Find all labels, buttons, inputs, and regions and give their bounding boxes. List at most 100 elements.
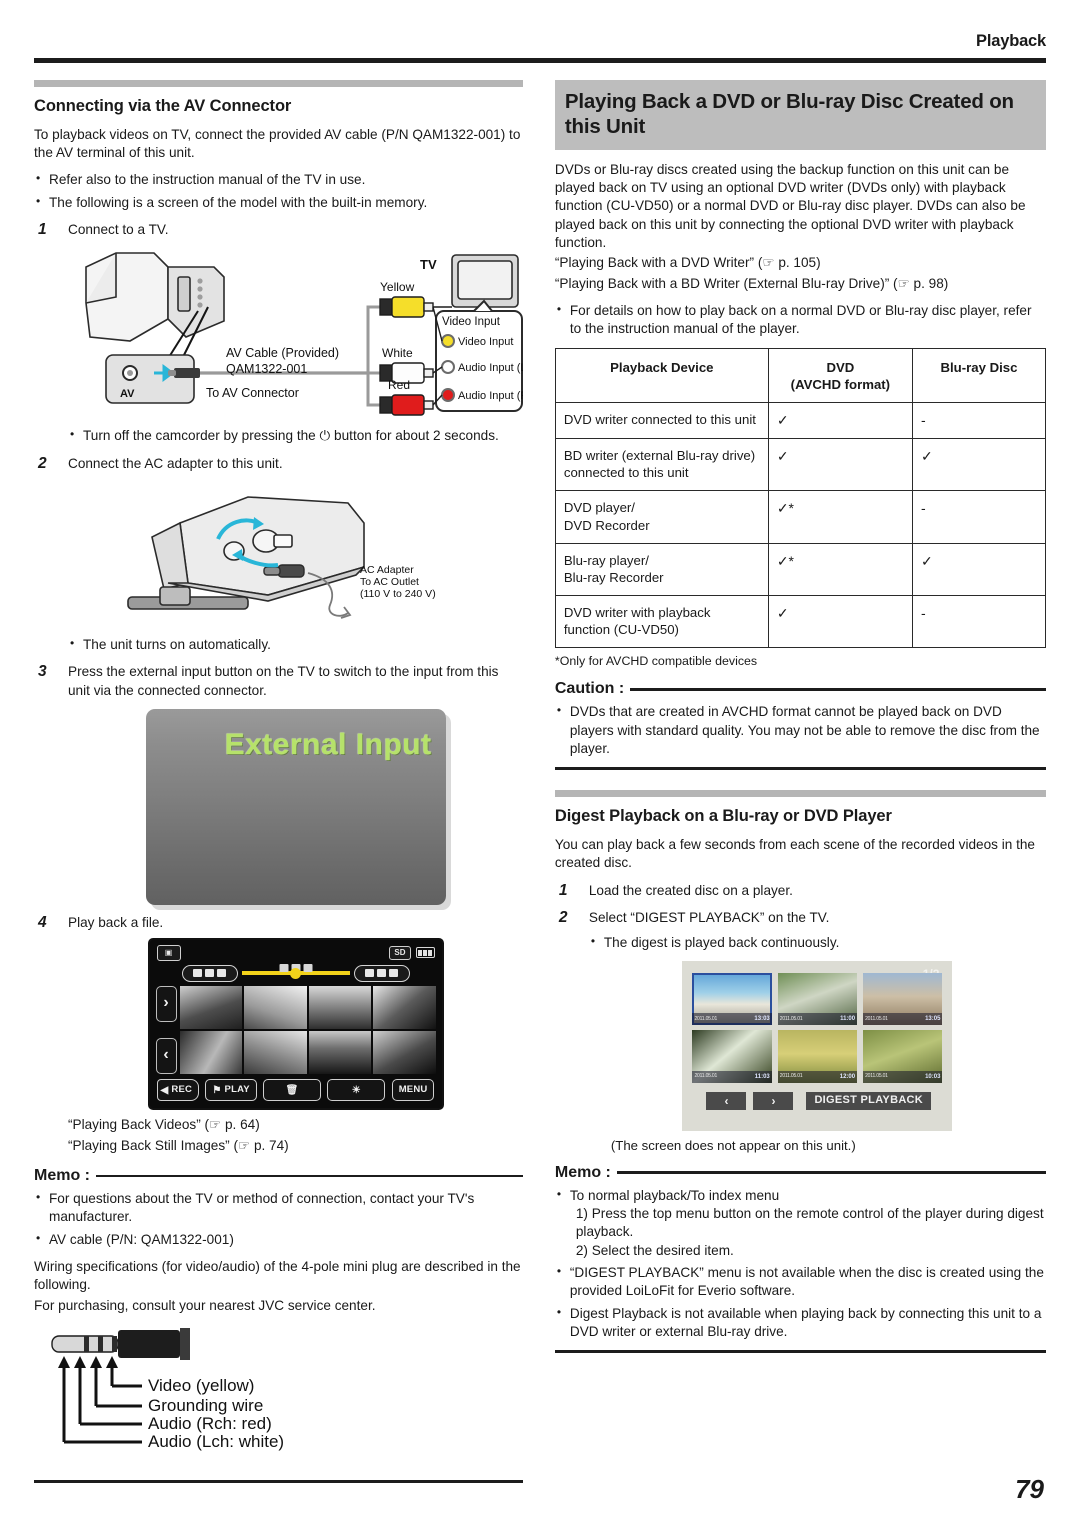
caution-label: Caution : <box>554 680 625 698</box>
list-item: Turn off the camcorder by pressing the ⏻… <box>68 426 523 445</box>
next-button[interactable]: › <box>753 1091 794 1110</box>
ac-label-1: AC Adapter <box>360 564 414 576</box>
delete-button[interactable]: 🗑 <box>263 1079 322 1102</box>
thumbnail[interactable] <box>244 1031 307 1075</box>
digest-step-2: 2 Select “DIGEST PLAYBACK” on the TV. Th… <box>555 909 1046 1155</box>
rec-button[interactable]: ◀ REC <box>156 1079 200 1102</box>
rec-button-label: REC <box>171 1084 193 1095</box>
step-number: 1 <box>38 221 47 238</box>
cell-dvd: ✓ <box>767 595 913 649</box>
cell-device: BD writer (external Blu-ray drive) conne… <box>554 438 769 492</box>
column-header-dvd-line1: DVD <box>826 359 855 375</box>
cell-bluray: - <box>911 401 1047 440</box>
right-intro-text: DVDs or Blu-ray discs created using the … <box>554 161 1026 250</box>
play-button[interactable]: ⚑ PLAY <box>205 1079 257 1102</box>
table-head: Playback Device DVD (AVCHD format) Blu-r… <box>554 347 1047 403</box>
disc-button[interactable]: ☀ <box>327 1079 386 1102</box>
cell-device: DVD writer with playback function (CU-VD… <box>554 595 769 649</box>
ac-label-3: (110 V to 240 V) <box>360 588 436 600</box>
digest-playback-button[interactable]: DIGEST PLAYBACK <box>806 1091 932 1110</box>
list-item: The unit turns on automatically. <box>68 635 523 654</box>
list-item: The digest is played back continuously. <box>589 933 1046 952</box>
thumbnail-caption: 2011.05.01 11:00 <box>777 1013 858 1026</box>
prev-button[interactable]: ‹ <box>706 1091 747 1110</box>
thumbnail[interactable] <box>373 986 436 1030</box>
list-item: For questions about the TV or method of … <box>34 1189 523 1227</box>
header-rule <box>34 57 1046 63</box>
thumbnail[interactable] <box>308 1031 371 1075</box>
digest-thumbnail[interactable]: 2011.05.01 13:03 <box>692 972 772 1026</box>
battery-icon <box>415 947 435 959</box>
scroll-pill-left[interactable] <box>181 964 238 982</box>
thumbnail[interactable] <box>179 986 242 1030</box>
status-icons: SD <box>389 945 435 961</box>
next-page-button[interactable]: › <box>155 986 177 1023</box>
digest-thumbnail[interactable]: 2011.05.01 11:00 <box>777 972 858 1026</box>
thumbnail-grid <box>179 986 436 1075</box>
cell-dvd: ✓ <box>767 438 913 492</box>
thumbnail-date: 2011.05.01 <box>694 1073 718 1080</box>
caution-bullets: DVDs that are created in AVCHD format ca… <box>555 702 1046 758</box>
step-text: Press the external input button on the T… <box>68 664 499 698</box>
panel-title: Video Input <box>442 316 501 328</box>
prev-page-button[interactable]: ‹ <box>155 1038 177 1075</box>
playback-compatibility-table: Playback Device DVD (AVCHD format) Blu-r… <box>554 347 1047 649</box>
thumbnail-caption: 2011.05.01 10:03 <box>863 1070 943 1083</box>
scroll-knob[interactable] <box>290 967 301 979</box>
thumbnail-time: 12:00 <box>839 1073 856 1080</box>
column-gutter <box>523 80 555 1483</box>
running-head: Playback <box>976 32 1046 50</box>
flag-icon: ⚑ <box>212 1084 222 1096</box>
cell-dvd: ✓* <box>767 542 913 597</box>
right-column: Playing Back a DVD or Blu-ray Disc Creat… <box>554 79 1047 1483</box>
digest-thumbnail[interactable]: 2011.05.01 12:00 <box>777 1030 858 1083</box>
scroll-track[interactable] <box>241 964 350 979</box>
plug-label-video: Video (yellow) <box>148 1376 254 1395</box>
ac-diagram-svg: AC Adapter To AC Outlet (110 V to 240 V) <box>127 496 436 619</box>
table-footnote: *Only for AVCHD compatible devices <box>554 654 758 669</box>
memo-paragraph-1: Wiring specifications (for video/audio) … <box>34 1259 521 1293</box>
memo-label: Memo : <box>554 1163 611 1181</box>
digest-thumbnail[interactable]: 2011.05.01 10:03 <box>863 1030 943 1083</box>
camcorder-button-bar: ◀ REC ⚑ PLAY 🗑 ☀ MENU <box>154 1074 438 1103</box>
video-mode-icon[interactable]: ▣ <box>156 944 181 961</box>
column-header-bluray: Blu-ray Disc <box>911 347 1047 403</box>
thumbnail-time: 11:00 <box>840 1016 856 1023</box>
digest-thumbnail[interactable]: 2011.05.01 11:03 <box>692 1030 772 1083</box>
thumbnail[interactable] <box>244 986 307 1030</box>
svg-text:Audio Input (R): Audio Input (R) <box>458 390 523 402</box>
thumbnail-caption: 2011.05.01 13:03 <box>692 1013 772 1026</box>
scroll-pill-right[interactable] <box>353 964 410 982</box>
list-item: DVDs that are created in AVCHD format ca… <box>555 702 1046 758</box>
menu-button[interactable]: MENU <box>391 1079 435 1102</box>
right-memo-header: Memo : <box>555 1164 1046 1182</box>
thumbnail[interactable] <box>179 1031 242 1075</box>
digest-thumbnail[interactable]: 2011.05.01 13:05 <box>863 972 943 1026</box>
thumbnail[interactable] <box>308 986 371 1030</box>
step-text: Connect to a TV. <box>68 222 169 237</box>
table-row: DVD player/ DVD Recorder ✓* - <box>554 490 1047 544</box>
cell-device: Blu-ray player/ Blu-ray Recorder <box>554 542 769 597</box>
plug-label-yellow: Yellow <box>380 280 415 294</box>
step-2: 2 Connect the AC adapter to this unit. A… <box>34 455 523 655</box>
thumbnail-time: 11:03 <box>754 1073 770 1080</box>
two-column-layout: Connecting via the AV Connector To playb… <box>34 79 1047 1483</box>
left-memo-bullets: For questions about the TV or method of … <box>34 1189 523 1249</box>
left-intro-bullets: Refer also to the instruction manual of … <box>34 170 523 212</box>
step-4: 4 Play back a file. ▣ SD › ‹ ◀ REC ⚑ PLA… <box>34 914 523 1155</box>
digest-playback-screen: 1/2 2011.05.01 13:03 2011.05.01 <box>682 960 953 1131</box>
digest-button-bar: ‹ › DIGEST PLAYBACK <box>692 1091 942 1110</box>
plug-label-audio-l: Audio (Lch: white) <box>148 1432 284 1451</box>
thumbnail-time: 13:05 <box>925 1016 941 1023</box>
manual-page: Playback Connecting via the AV Connector… <box>0 0 1080 1527</box>
thumbnail[interactable] <box>373 1031 436 1075</box>
list-item: Digest Playback is not available when pl… <box>555 1304 1046 1342</box>
step-text: Load the created disc on a player. <box>588 882 793 898</box>
scroll-slider[interactable] <box>181 964 410 982</box>
list-item: For details on how to play back on a nor… <box>555 301 1046 339</box>
thumbnail-date: 2011.05.01 <box>694 1015 718 1022</box>
digest-thumbnail-grid: 2011.05.01 13:03 2011.05.01 11:00 2011.0… <box>692 972 943 1083</box>
plug-diagram-svg: Video (yellow) Grounding wire Audio (Rch… <box>51 1328 284 1451</box>
camcorder-thumbnail-area: › ‹ <box>154 985 438 1075</box>
memo-paragraph-2: For purchasing, consult your nearest JVC… <box>34 1297 376 1313</box>
